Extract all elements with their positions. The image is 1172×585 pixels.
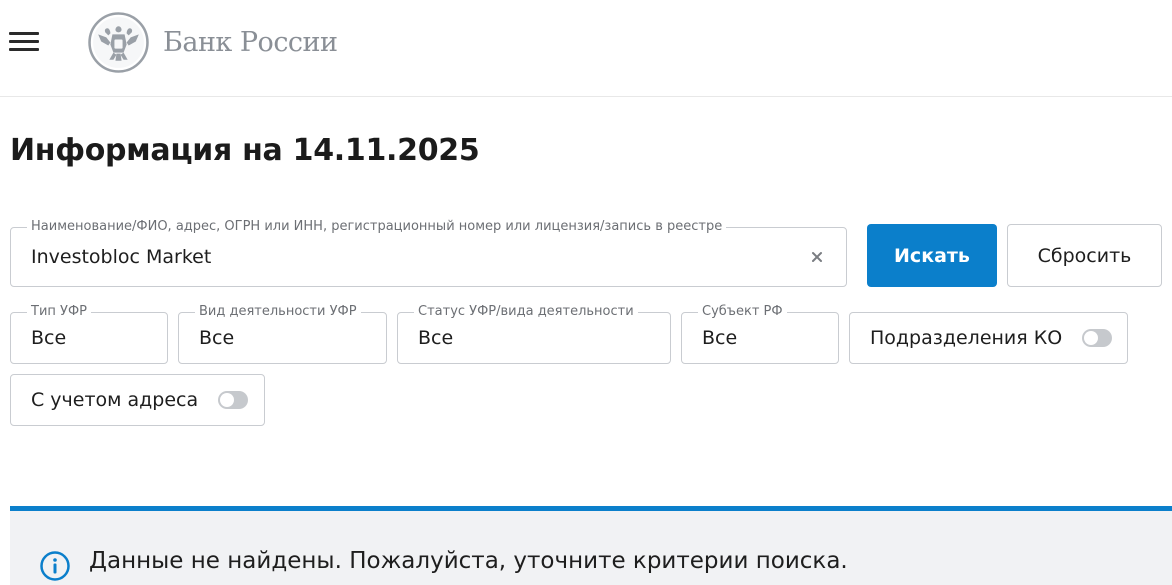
activity-type-value: Все [199, 327, 235, 349]
page-title: Информация на 14.11.2025 [10, 133, 480, 168]
branches-toggle-label: Подразделения КО [870, 327, 1063, 349]
site-header: Банк России [0, 0, 1172, 97]
search-button[interactable]: Искать [867, 224, 997, 287]
branches-toggle[interactable]: Подразделения КО [849, 312, 1128, 364]
ufr-type-value: Все [31, 327, 67, 349]
bank-name-text: Банк России [163, 27, 338, 58]
ufr-type-label: Тип УФР [27, 304, 91, 320]
address-switch[interactable] [218, 391, 249, 409]
status-value: Все [418, 327, 454, 349]
alert-message: Данные не найдены. Пожалуйста, уточните … [89, 548, 848, 574]
region-value: Все [702, 327, 738, 349]
search-input-value[interactable]: Investobloc Market [31, 246, 211, 268]
activity-type-label: Вид деятельности УФР [195, 304, 361, 320]
no-results-alert: Данные не найдены. Пожалуйста, уточните … [10, 506, 1172, 585]
address-toggle-label: С учетом адреса [31, 389, 199, 411]
search-input[interactable]: Наименование/ФИО, адрес, ОГРН или ИНН, р… [10, 219, 847, 287]
reset-button[interactable]: Сбросить [1007, 224, 1162, 287]
activity-type-select[interactable]: Вид деятельности УФР Все [178, 304, 387, 364]
close-icon[interactable] [810, 250, 824, 264]
ufr-type-select[interactable]: Тип УФР Все [10, 304, 168, 364]
hamburger-menu-icon[interactable] [9, 31, 39, 53]
address-toggle[interactable]: С учетом адреса [10, 374, 265, 426]
status-label: Статус УФР/вида деятельности [414, 304, 638, 320]
region-select[interactable]: Субъект РФ Все [681, 304, 839, 364]
eagle-emblem-icon [88, 12, 149, 73]
region-label: Субъект РФ [698, 304, 787, 320]
info-icon [40, 551, 70, 581]
search-input-label: Наименование/ФИО, адрес, ОГРН или ИНН, р… [27, 219, 727, 235]
bank-logo[interactable]: Банк России [88, 12, 338, 73]
branches-switch[interactable] [1082, 329, 1113, 347]
status-select[interactable]: Статус УФР/вида деятельности Все [397, 304, 671, 364]
